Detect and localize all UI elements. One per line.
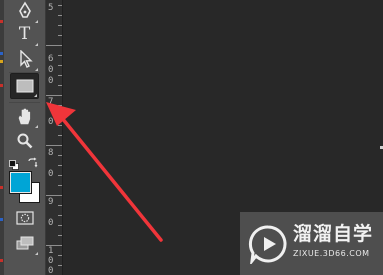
play-bubble-logo-icon [248, 225, 287, 264]
watermark-title: 溜溜自学 [293, 223, 374, 245]
watermark: 溜溜自学 ZIXUE.3D66.COM [240, 212, 383, 275]
watermark-subtitle: ZIXUE.3D66.COM [293, 249, 370, 258]
